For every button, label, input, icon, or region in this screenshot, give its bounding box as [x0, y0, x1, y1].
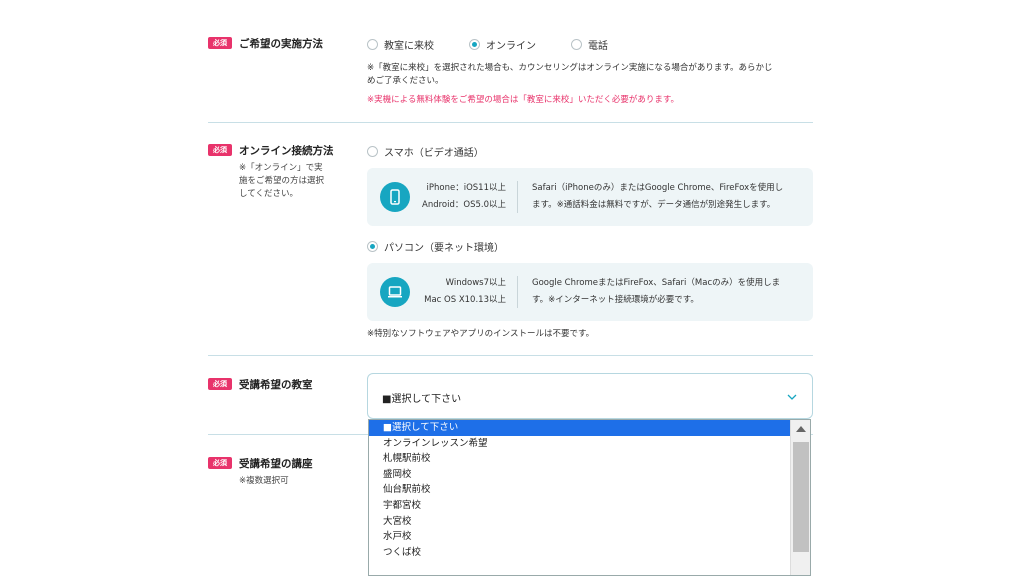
chevron-down-icon	[787, 394, 797, 400]
radio-label: オンライン	[486, 41, 536, 52]
divider	[208, 355, 813, 356]
dropdown-option[interactable]: つくば校	[369, 545, 791, 561]
online-sublabel-2: 施をご希望の方は選択	[239, 176, 325, 186]
info-separator	[517, 276, 518, 308]
classroom-select-value: ■選択して下さい	[382, 394, 462, 405]
required-badge: 必須	[208, 37, 232, 49]
online-sublabel-1: ※「オンライン」で実	[239, 163, 323, 173]
pc-desc-2: す。※インターネット接続環境が必要です。	[532, 295, 699, 305]
radio-label: 教室に来校	[384, 41, 434, 52]
radio-classroom[interactable]: 教室に来校	[367, 37, 434, 52]
classroom-dropdown-list[interactable]: ■選択して下さい オンラインレッスン希望 札幌駅前校 盛岡校 仙台駅前校 宇都宮…	[368, 419, 811, 576]
method-note-line1: ※「教室に来校」を選択された場合も、カウンセリングはオンライン実施になる場合があ…	[367, 63, 773, 73]
radio-button[interactable]	[571, 39, 582, 50]
required-badge: 必須	[208, 144, 232, 156]
smartphone-req-android: Android：OS5.0以上	[422, 200, 506, 210]
smartphone-req-ios: iPhone：iOS11以上	[426, 183, 506, 193]
dropdown-option[interactable]: 水戸校	[369, 529, 791, 545]
radio-button[interactable]	[367, 39, 378, 50]
smartphone-desc-2: ます。※通話料金は無料ですが、データ通信が別途発生します。	[532, 200, 776, 210]
scroll-up-icon[interactable]	[796, 426, 806, 432]
method-note-line2: めご了承ください。	[367, 76, 444, 86]
radio-button[interactable]	[367, 146, 378, 157]
scrollbar[interactable]	[790, 420, 810, 575]
dropdown-option[interactable]: 宇都宮校	[369, 498, 791, 514]
course-sublabel: ※複数選択可	[239, 476, 289, 486]
required-badge: 必須	[208, 378, 232, 390]
info-separator	[517, 181, 518, 213]
required-badge: 必須	[208, 457, 232, 469]
scroll-thumb[interactable]	[793, 442, 809, 552]
pc-info-box: Windows7以上 Mac OS X10.13以上 Google Chrome…	[367, 263, 813, 321]
radio-pc[interactable]: パソコン（要ネット環境）	[367, 239, 504, 254]
divider	[208, 122, 813, 123]
classroom-select[interactable]: ■選択して下さい	[367, 373, 813, 419]
online-note: ※特別なソフトウェアやアプリのインストールは不要です。	[367, 329, 595, 339]
dropdown-option[interactable]: 札幌駅前校	[369, 451, 791, 467]
pc-desc-1: Google ChromeまたはFireFox、Safari（Macのみ）を使用…	[532, 278, 781, 288]
online-sublabel-3: してください。	[239, 189, 298, 199]
laptop-icon	[380, 277, 410, 307]
method-label: ご希望の実施方法	[239, 38, 323, 50]
radio-online[interactable]: オンライン	[469, 37, 536, 52]
dropdown-option[interactable]: 盛岡校	[369, 467, 791, 483]
radio-phone[interactable]: 電話	[571, 37, 608, 52]
radio-smartphone[interactable]: スマホ（ビデオ通話）	[367, 144, 484, 159]
radio-label: パソコン（要ネット環境）	[384, 243, 504, 254]
smartphone-desc-1: Safari（iPhoneのみ）またはGoogle Chrome、FireFox…	[532, 183, 784, 193]
method-note-red: ※実機による無料体験をご希望の場合は「教室に来校」いただく必要があります。	[367, 95, 680, 105]
dropdown-option[interactable]: 仙台駅前校	[369, 482, 791, 498]
dropdown-option[interactable]: 大宮校	[369, 514, 791, 530]
radio-label: 電話	[588, 41, 608, 52]
smartphone-icon	[380, 182, 410, 212]
course-label: 受講希望の講座	[239, 458, 313, 470]
radio-button-selected[interactable]	[367, 241, 378, 252]
classroom-label: 受講希望の教室	[239, 379, 313, 391]
dropdown-option[interactable]: ■選択して下さい	[369, 420, 791, 436]
dropdown-option[interactable]: オンラインレッスン希望	[369, 436, 791, 452]
online-label: オンライン接続方法	[239, 145, 334, 157]
radio-button-selected[interactable]	[469, 39, 480, 50]
radio-label: スマホ（ビデオ通話）	[384, 148, 484, 159]
pc-req-mac: Mac OS X10.13以上	[424, 295, 506, 305]
smartphone-info-box: iPhone：iOS11以上 Android：OS5.0以上 Safari（iP…	[367, 168, 813, 226]
pc-req-windows: Windows7以上	[445, 278, 506, 288]
